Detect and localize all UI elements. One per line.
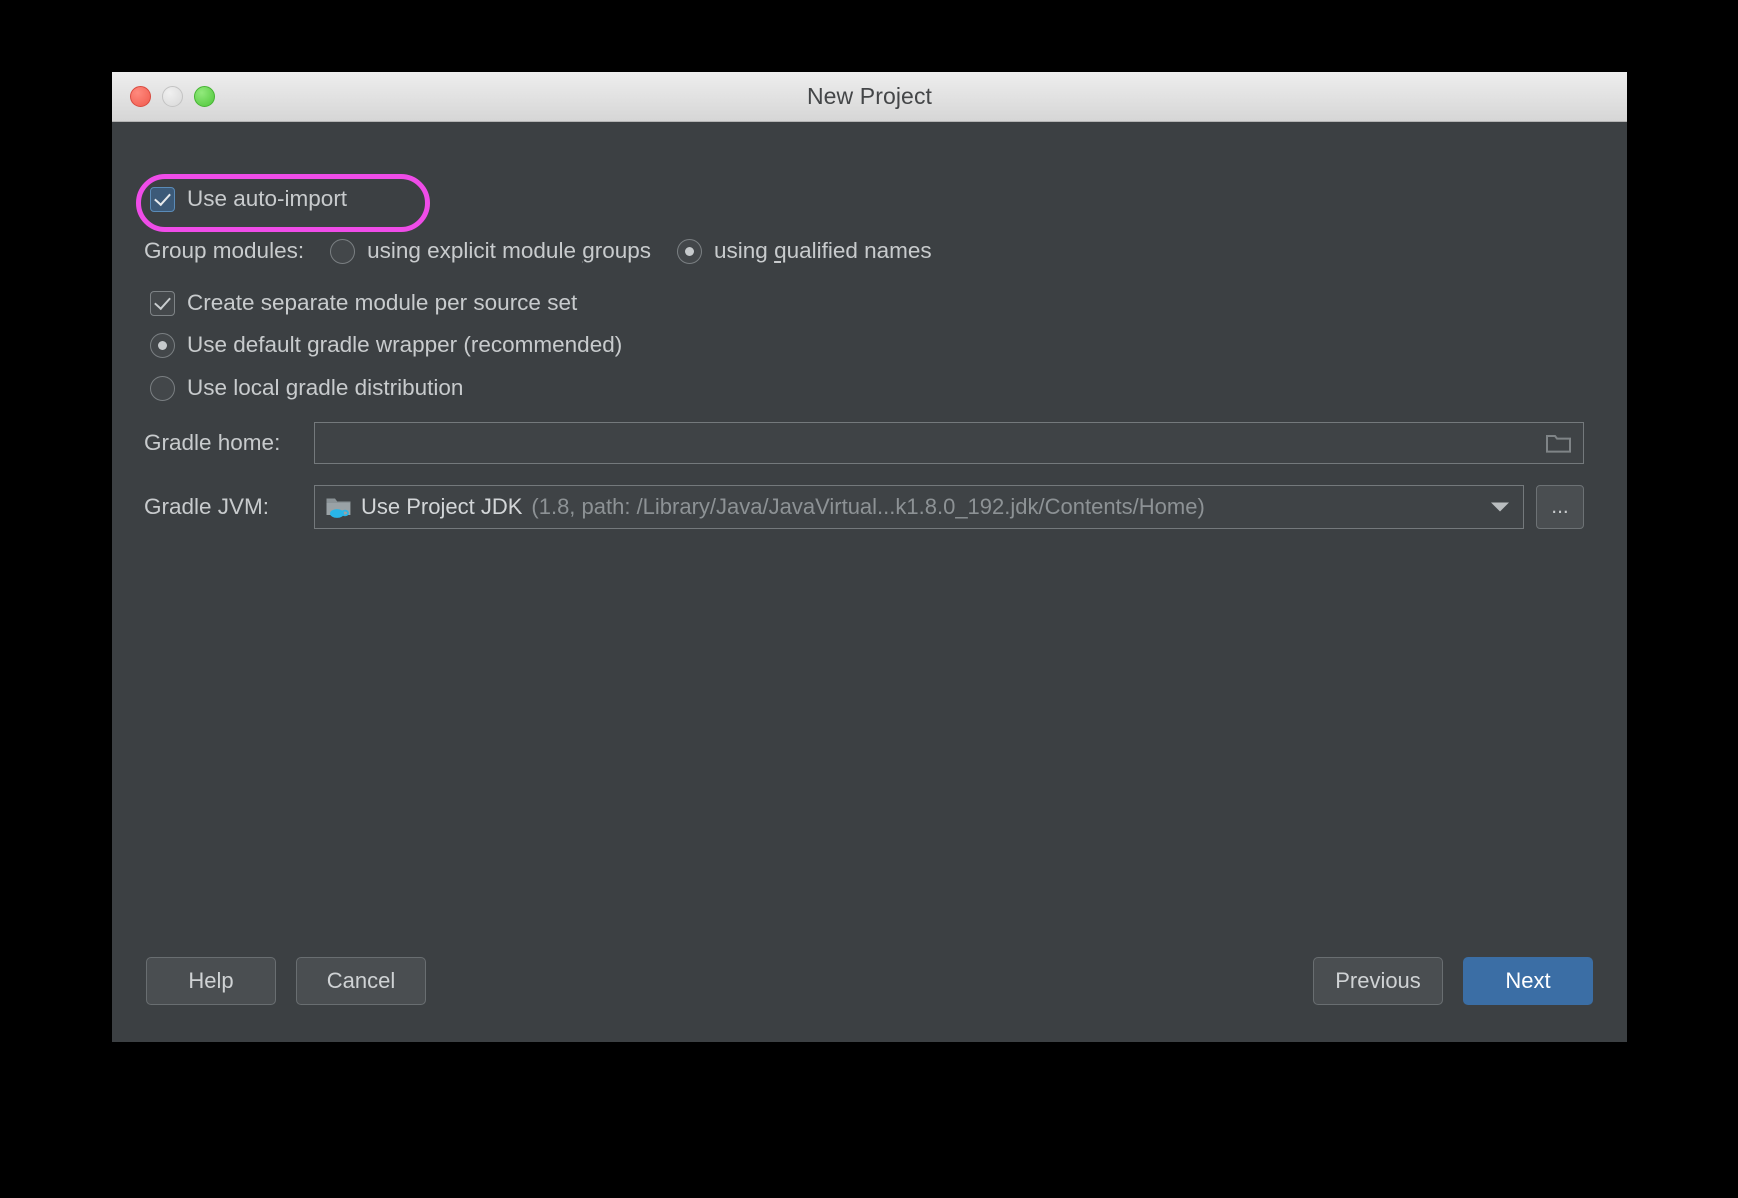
close-window-button[interactable] [130,86,151,107]
footer-right-buttons: Previous Next [1313,957,1593,1005]
default-wrapper-label: Use default gradle wrapper (recommended) [187,332,623,357]
qualified-names-label: using qualified names [714,238,932,263]
local-distribution-row[interactable]: Use local gradle distribution [150,375,463,401]
radio-selected-dot [685,246,695,256]
gradle-jvm-value: Use Project JDK [361,494,523,519]
use-auto-import-label: Use auto-import [187,186,348,211]
maximize-window-button[interactable] [194,86,215,107]
gradle-home-row: Gradle home: [144,422,1584,464]
title-bar: New Project [112,72,1627,122]
default-wrapper-row[interactable]: Use default gradle wrapper (recommended) [150,332,622,358]
new-project-dialog: New Project Use auto-import Group module… [112,72,1627,1042]
gradle-home-input[interactable] [314,422,1584,464]
chevron-down-icon[interactable] [1491,502,1509,512]
qualified-names-radio[interactable] [677,238,703,264]
dialog-body: Use auto-import Group modules: using exp… [112,122,1627,1041]
cancel-button[interactable]: Cancel [296,957,426,1005]
use-auto-import-row[interactable]: Use auto-import [150,186,347,212]
separate-module-checkbox[interactable] [150,290,175,316]
separate-module-row[interactable]: Create separate module per source set [150,290,577,316]
local-distribution-label: Use local gradle distribution [187,375,464,400]
separate-module-label: Create separate module per source set [187,290,578,315]
gradle-home-browse-icon[interactable] [1546,432,1572,454]
check-icon [154,188,171,206]
radio-selected-dot [158,340,167,350]
help-button[interactable]: Help [146,957,276,1005]
local-distribution-radio[interactable] [150,375,175,401]
explicit-groups-label: using explicit module groups [367,238,652,263]
gradle-jvm-dropdown[interactable]: Use Project JDK (1.8, path: /Library/Jav… [314,485,1524,529]
previous-button[interactable]: Previous [1313,957,1443,1005]
gradle-home-label: Gradle home: [144,430,281,455]
group-modules-option-qualified[interactable]: using qualified names [677,238,932,264]
gradle-jvm-row: Gradle JVM: Use Project JDK (1.8, path: … [144,485,1584,529]
folder-java-icon [325,495,352,519]
group-modules-option-explicit[interactable]: using explicit module groups [330,238,651,264]
explicit-groups-radio[interactable] [330,238,356,264]
gradle-jvm-label: Gradle JVM: [144,494,270,519]
default-wrapper-radio[interactable] [150,332,175,358]
next-button[interactable]: Next [1463,957,1593,1005]
minimize-window-button[interactable] [162,86,183,107]
gradle-jvm-more-button[interactable]: ... [1536,485,1584,529]
group-modules-label: Group modules: [144,238,305,263]
gradle-jvm-detail: (1.8, path: /Library/Java/JavaVirtual...… [531,494,1205,519]
use-auto-import-checkbox[interactable] [150,186,175,212]
group-modules-row: Group modules: using explicit module gro… [144,238,932,264]
footer-left-buttons: Help Cancel [146,957,426,1005]
screen-root: New Project Use auto-import Group module… [0,0,1738,1198]
window-title: New Project [806,83,933,109]
check-icon [154,292,171,310]
window-controls [130,72,215,121]
